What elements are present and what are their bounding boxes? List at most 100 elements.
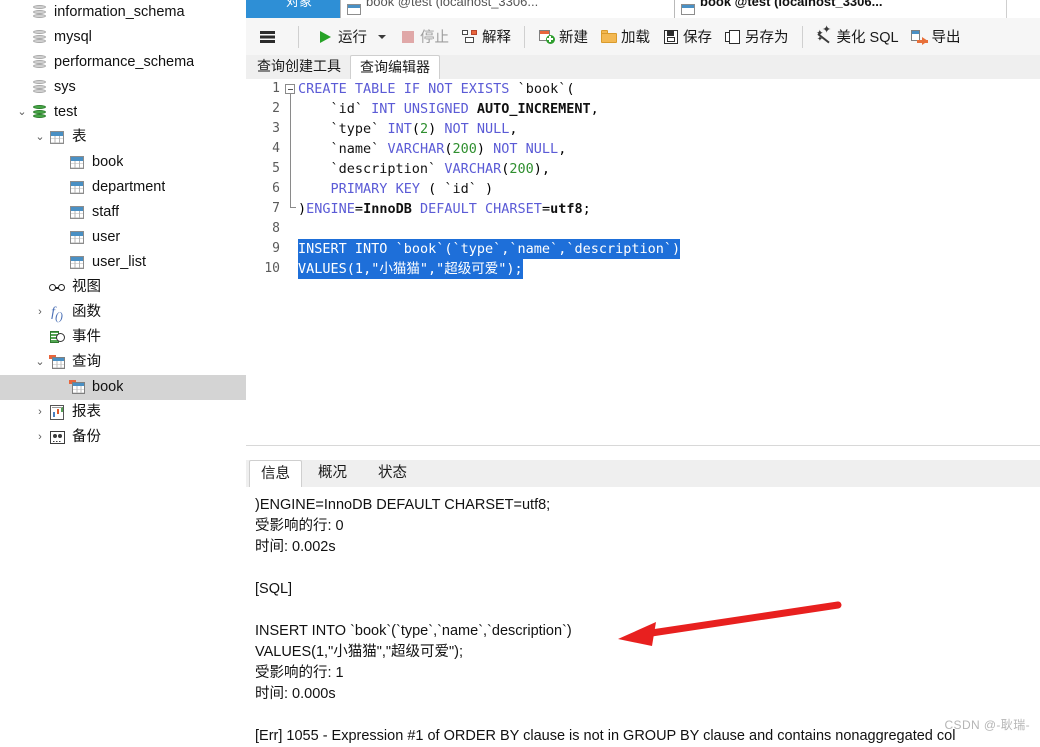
tree-item-user[interactable]: user bbox=[0, 225, 246, 250]
code-fold-column[interactable] bbox=[284, 79, 298, 445]
chevron-down-icon[interactable]: ⌄ bbox=[32, 350, 48, 375]
table-icon bbox=[68, 225, 86, 250]
sql-code-text[interactable]: CREATE TABLE IF NOT EXISTS `book`( `id` … bbox=[298, 79, 1040, 445]
query-toolbar[interactable]: 运行 停止 解释 新建 加载 保存 另存为 ✦ ✦ ✦ 美化 SQL 导出 bbox=[246, 18, 1040, 56]
save-as-button-label: 另存为 bbox=[745, 30, 789, 46]
line-number: 8 bbox=[272, 221, 280, 236]
tab-query-builder[interactable]: 查询创建工具 bbox=[248, 55, 350, 79]
save-button[interactable]: 保存 bbox=[657, 23, 717, 51]
save-as-button[interactable]: 另存为 bbox=[719, 23, 794, 51]
line-number: 6 bbox=[272, 181, 280, 196]
log-line: 受影响的行: 1 bbox=[255, 665, 344, 681]
code-line[interactable]: `id` INT UNSIGNED AUTO_INCREMENT, bbox=[298, 99, 1040, 119]
tree-item-book[interactable]: book bbox=[0, 150, 246, 175]
tree-item-label: book bbox=[92, 154, 124, 170]
tree-item-sys[interactable]: sys bbox=[0, 75, 246, 100]
report-icon bbox=[48, 400, 66, 425]
tree-item-label: department bbox=[92, 179, 166, 195]
tree-item-book[interactable]: book bbox=[0, 375, 246, 400]
database-tree[interactable]: information_schema mysql performance_schem… bbox=[0, 0, 246, 450]
tab-profile[interactable]: 概况 bbox=[307, 460, 358, 487]
tab-extra[interactable] bbox=[1006, 0, 1040, 18]
chevron-right-icon[interactable]: › bbox=[32, 300, 48, 325]
object-tree-sidebar[interactable]: information_schema mysql performance_schem… bbox=[0, 0, 247, 742]
new-button[interactable]: 新建 bbox=[533, 23, 593, 51]
code-line[interactable]: VALUES(1,"小猫猫","超级可爱"); bbox=[298, 259, 1040, 279]
tab-status[interactable]: 状态 bbox=[367, 460, 418, 487]
run-button[interactable]: 运行 bbox=[312, 23, 372, 51]
tree-item-mysql[interactable]: mysql bbox=[0, 25, 246, 50]
code-line[interactable]: PRIMARY KEY ( `id` ) bbox=[298, 179, 1040, 199]
chevron-right-icon[interactable]: › bbox=[32, 400, 48, 425]
tab-book-query-1[interactable]: book @test (localhost_3306... bbox=[340, 0, 684, 18]
tree-item-表[interactable]: ⌄ 表 bbox=[0, 125, 246, 150]
log-blank-line bbox=[255, 705, 1040, 726]
line-number: 7 bbox=[272, 201, 280, 216]
chevron-down-icon[interactable]: ⌄ bbox=[14, 100, 30, 125]
results-log-text[interactable]: )ENGINE=InnoDB DEFAULT CHARSET=utf8; 受影响的… bbox=[246, 487, 1040, 744]
line-number: 3 bbox=[272, 121, 280, 136]
log-line: INSERT INTO `book`(`type`,`name`,`descri… bbox=[255, 623, 572, 639]
stop-button[interactable]: 停止 bbox=[394, 23, 454, 51]
line-number: 9 bbox=[272, 241, 280, 256]
tree-item-performance_schema[interactable]: performance_schema bbox=[0, 50, 246, 75]
code-line[interactable]: `name` VARCHAR(200) NOT NULL, bbox=[298, 139, 1040, 159]
line-number: 4 bbox=[272, 141, 280, 156]
tree-item-test[interactable]: ⌄ test bbox=[0, 100, 246, 125]
beautify-sql-button[interactable]: ✦ ✦ ✦ 美化 SQL bbox=[811, 23, 904, 51]
main-pane: 对象 book @test (localhost_3306... book @t… bbox=[246, 0, 1040, 744]
tree-item-label: 视图 bbox=[72, 279, 101, 295]
fold-end-marker bbox=[289, 207, 296, 208]
explain-button-label: 解释 bbox=[482, 30, 511, 46]
hamburger-menu-button[interactable] bbox=[247, 23, 290, 51]
results-tabs[interactable]: 信息 概况 状态 bbox=[246, 460, 1040, 489]
tree-item-department[interactable]: department bbox=[0, 175, 246, 200]
tree-item-事件[interactable]: 事件 bbox=[0, 325, 246, 350]
code-line[interactable]: CREATE TABLE IF NOT EXISTS `book`( bbox=[298, 79, 1040, 99]
table-icon bbox=[68, 200, 86, 225]
tree-item-视图[interactable]: 视图 bbox=[0, 275, 246, 300]
new-query-icon bbox=[538, 28, 555, 45]
tree-item-label: 表 bbox=[72, 129, 87, 145]
tab-query-builder-label: 查询创建工具 bbox=[257, 58, 341, 74]
tab-info[interactable]: 信息 bbox=[249, 460, 302, 489]
load-button[interactable]: 加载 bbox=[595, 23, 655, 51]
explain-button[interactable]: 解释 bbox=[456, 23, 516, 51]
tree-item-函数[interactable]: › f() 函数 bbox=[0, 300, 246, 325]
tree-item-label: sys bbox=[54, 79, 76, 95]
tree-item-报表[interactable]: › 报表 bbox=[0, 400, 246, 425]
document-tab-strip[interactable]: 对象 book @test (localhost_3306... book @t… bbox=[246, 0, 1040, 18]
tree-item-user_list[interactable]: user_list bbox=[0, 250, 246, 275]
chevron-down-icon[interactable] bbox=[378, 34, 386, 39]
tree-item-information_schema[interactable]: information_schema bbox=[0, 0, 246, 25]
log-line: )ENGINE=InnoDB DEFAULT CHARSET=utf8; bbox=[255, 497, 551, 513]
tab-query-editor[interactable]: 查询编辑器 bbox=[350, 55, 440, 81]
editor-mode-tabs[interactable]: 查询创建工具 查询编辑器 bbox=[246, 55, 1040, 81]
table-icon bbox=[681, 4, 695, 15]
tree-item-查询[interactable]: ⌄ 查询 bbox=[0, 350, 246, 375]
tree-item-label: 事件 bbox=[72, 329, 101, 345]
run-button-label: 运行 bbox=[338, 30, 367, 46]
log-line: 受影响的行: 0 bbox=[255, 518, 344, 534]
fold-collapse-icon[interactable] bbox=[285, 84, 295, 94]
code-line[interactable] bbox=[298, 219, 1040, 239]
code-line[interactable]: `description` VARCHAR(200), bbox=[298, 159, 1040, 179]
sql-editor[interactable]: 1 2 3 4 5 6 7 8 9 10 CREATE TABLE IF NOT EXISTS `… bbox=[246, 79, 1040, 446]
tree-item-label: 报表 bbox=[72, 404, 101, 420]
tab-objects[interactable]: 对象 bbox=[246, 0, 352, 18]
line-number-gutter: 1 2 3 4 5 6 7 8 9 10 bbox=[246, 79, 284, 445]
tree-item-staff[interactable]: staff bbox=[0, 200, 246, 225]
function-icon: f() bbox=[51, 305, 63, 323]
table-icon bbox=[347, 4, 361, 15]
chevron-right-icon[interactable]: › bbox=[32, 425, 48, 450]
tree-item-备份[interactable]: › 备份 bbox=[0, 425, 246, 450]
tree-item-label: book bbox=[92, 379, 124, 395]
code-line[interactable]: INSERT INTO `book`(`type`,`name`,`descri… bbox=[298, 239, 1040, 259]
chevron-down-icon[interactable]: ⌄ bbox=[32, 125, 48, 150]
code-line[interactable]: )ENGINE=InnoDB DEFAULT CHARSET=utf8; bbox=[298, 199, 1040, 219]
tree-item-label: user bbox=[92, 229, 121, 245]
tab-book-query-2[interactable]: book @test (localhost_3306... bbox=[674, 0, 1018, 18]
export-button[interactable]: 导出 bbox=[906, 23, 966, 51]
code-line[interactable]: `type` INT(2) NOT NULL, bbox=[298, 119, 1040, 139]
table-folder-icon bbox=[48, 125, 66, 150]
